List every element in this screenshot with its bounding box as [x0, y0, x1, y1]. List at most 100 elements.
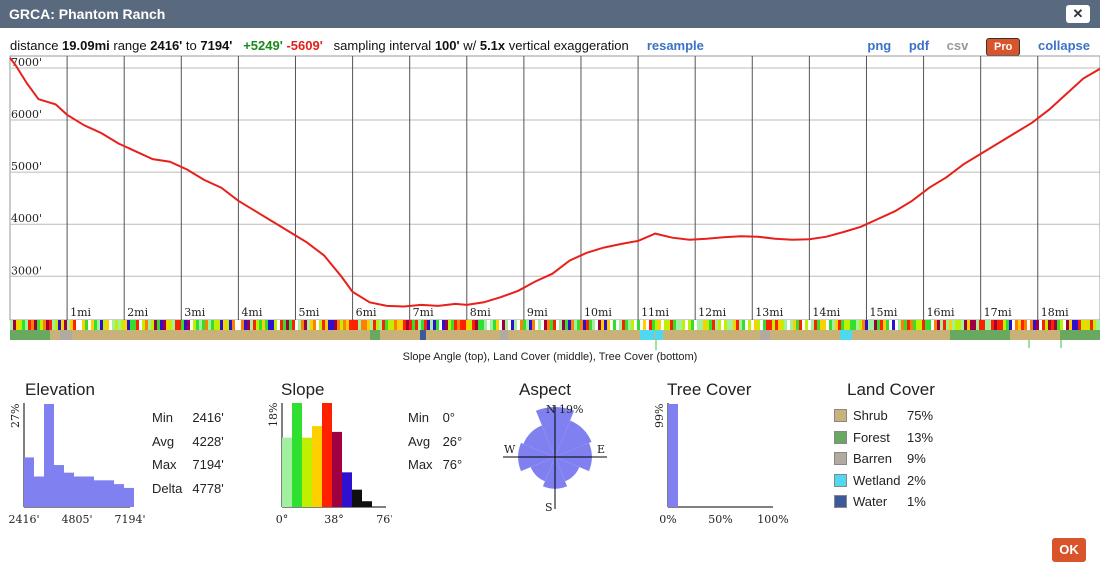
- land-cover-title: Land Cover: [847, 380, 935, 399]
- slope-strip-cell: [1024, 320, 1027, 330]
- slope-strip-cell: [793, 320, 796, 330]
- slope-strip-cell: [985, 320, 988, 330]
- land-cover-strip-cell: [950, 330, 1010, 340]
- slope-strip-cell: [1090, 320, 1093, 330]
- slope-strip-cell: [892, 320, 895, 330]
- slope-strip-cell: [376, 320, 379, 330]
- slope-strip-cell: [184, 320, 187, 330]
- slope-strip-cell: [163, 320, 166, 330]
- histogram-bar: [114, 484, 124, 507]
- land-cover-swatch: [834, 473, 847, 487]
- slope-strip-cell: [364, 320, 367, 330]
- histogram-bar: [312, 426, 322, 507]
- slope-strip-cell: [361, 320, 364, 330]
- slope-strip-cell: [10, 320, 13, 330]
- x-tick-label: 5mi: [298, 306, 319, 319]
- slope-strip-cell: [154, 320, 157, 330]
- aspect-title: Aspect: [519, 380, 571, 399]
- slope-strip-cell: [526, 320, 529, 330]
- slope-strip-cell: [235, 320, 238, 330]
- land-cover-strip-cell: [640, 330, 654, 340]
- slope-strip-cell: [625, 320, 628, 330]
- slope-strip-cell: [694, 320, 697, 330]
- histogram-bar: [44, 404, 54, 507]
- slope-strip-cell: [673, 320, 676, 330]
- slope-strip-cell: [535, 320, 538, 330]
- slope-strip-cell: [865, 320, 868, 330]
- elevation-title: Elevation: [25, 380, 95, 399]
- slope-strip-cell: [271, 320, 274, 330]
- slope-strip-cell: [316, 320, 319, 330]
- slope-strip-cell: [262, 320, 265, 330]
- tree-cover-histogram: 99% 0% 50% 100%: [653, 403, 789, 526]
- slope-strip-cell: [412, 320, 415, 330]
- slope-strip-cell: [244, 320, 247, 330]
- slope-strip-cell: [49, 320, 52, 330]
- slope-strip-cell: [730, 320, 733, 330]
- slope-strip-cell: [781, 320, 784, 330]
- slope-histogram: 18% 0° 38° 76°: [267, 403, 392, 526]
- slope-strip-cell: [451, 320, 454, 330]
- slope-strip-cell: [904, 320, 907, 330]
- ok-button[interactable]: OK: [1052, 538, 1086, 562]
- slope-strip-cell: [529, 320, 532, 330]
- x-tick-label: 100%: [757, 513, 788, 526]
- slope-strip-cell: [778, 320, 781, 330]
- y-tick-label: 3000': [11, 264, 42, 277]
- slope-strip-cell: [1072, 320, 1075, 330]
- slope-strip-cell: [442, 320, 445, 330]
- slope-strip-cell: [373, 320, 376, 330]
- slope-strip-cell: [1033, 320, 1036, 330]
- slope-strip-cell: [751, 320, 754, 330]
- slope-strip-cell: [76, 320, 79, 330]
- slope-strip-cell: [346, 320, 349, 330]
- slope-strip-cell: [130, 320, 133, 330]
- slope-strip-cell: [832, 320, 835, 330]
- slope-strip-cell: [766, 320, 769, 330]
- slope-strip-cell: [1063, 320, 1066, 330]
- slope-strip-cell: [808, 320, 811, 330]
- elevation-stats: Min 2416' Avg 4228' Max 7194' Delta 4778': [150, 405, 234, 501]
- land-cover-row: Shrub 75%: [834, 405, 933, 427]
- slope-strip-cell: [700, 320, 703, 330]
- slope-strip-cell: [28, 320, 31, 330]
- slope-strip-cell: [829, 320, 832, 330]
- slope-strip-cell: [709, 320, 712, 330]
- slope-strip-cell: [871, 320, 874, 330]
- slope-strip-cell: [949, 320, 952, 330]
- x-tick-label: 50%: [708, 513, 732, 526]
- slope-strip-cell: [196, 320, 199, 330]
- slope-strip-cell: [79, 320, 82, 330]
- slope-strip-cell: [70, 320, 73, 330]
- slope-strip-cell: [868, 320, 871, 330]
- tree-cover-tick: [1028, 340, 1030, 348]
- slope-strip-cell: [106, 320, 109, 330]
- x-tick-label: 4805': [61, 513, 92, 526]
- slope-strip-cell: [490, 320, 493, 330]
- slope-strip-cell: [1036, 320, 1039, 330]
- slope-strip-cell: [568, 320, 571, 330]
- slope-strip-cell: [688, 320, 691, 330]
- slope-strip-cell: [421, 320, 424, 330]
- slope-strip-cell: [118, 320, 121, 330]
- slope-strip-cell: [907, 320, 910, 330]
- slope-strip-cell: [991, 320, 994, 330]
- x-tick-label: 12mi: [698, 306, 726, 319]
- slope-strip-cell: [16, 320, 19, 330]
- slope-strip-cell: [1093, 320, 1096, 330]
- slope-strip-cell: [643, 320, 646, 330]
- slope-strip-cell: [571, 320, 574, 330]
- slope-strip-cell: [988, 320, 991, 330]
- land-cover-swatch: [834, 409, 847, 423]
- slope-strip-cell: [592, 320, 595, 330]
- x-tick-label: 15mi: [869, 306, 897, 319]
- slope-strip-cell: [208, 320, 211, 330]
- slope-title: Slope: [281, 380, 325, 399]
- x-tick-label: 2416': [8, 513, 39, 526]
- x-tick-label: 10mi: [584, 306, 612, 319]
- slope-strip-cell: [97, 320, 100, 330]
- land-cover-strip-cell: [655, 330, 663, 340]
- slope-strip-cell: [967, 320, 970, 330]
- slope-strip-cell: [838, 320, 841, 330]
- slope-strip-cell: [721, 320, 724, 330]
